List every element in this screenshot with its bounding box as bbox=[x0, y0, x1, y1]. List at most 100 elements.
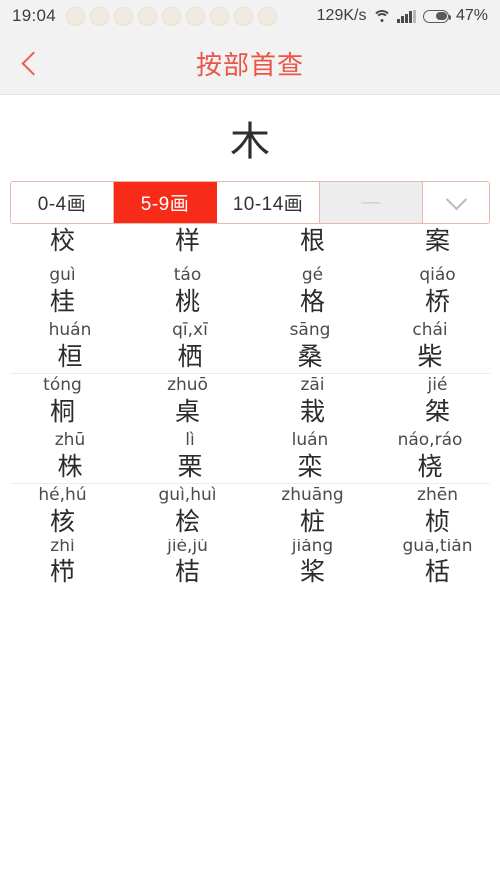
radical-character: 木 bbox=[230, 119, 270, 165]
character-cell[interactable]: zhū 株 bbox=[10, 429, 130, 483]
pinyin-label: zāi bbox=[300, 375, 325, 395]
hanzi-character: 桥 bbox=[424, 287, 450, 316]
app-badge-icon bbox=[258, 6, 278, 26]
character-cell[interactable]: àn案 bbox=[375, 226, 500, 256]
stroke-tabs: 0-4画 5-9画 10-14画 — bbox=[10, 181, 490, 224]
character-cell[interactable]: sāng 桑 bbox=[250, 319, 370, 373]
stroke-tabs-expand-button[interactable] bbox=[423, 182, 489, 223]
battery-icon bbox=[422, 9, 451, 23]
character-cell[interactable]: yàng样 bbox=[125, 226, 250, 256]
hanzi-character: 柴 bbox=[417, 341, 443, 371]
hanzi-character: 栖 bbox=[177, 341, 203, 371]
hanzi-character: 桑 bbox=[297, 341, 323, 371]
hanzi-character: 校 bbox=[49, 226, 75, 255]
character-cell[interactable]: táo 桃 bbox=[125, 264, 250, 319]
pinyin-label: guì bbox=[49, 265, 76, 285]
network-speed-label: 129K/s bbox=[316, 7, 367, 24]
pinyin-label: zhēn bbox=[417, 485, 458, 505]
stroke-tab-3: — bbox=[320, 182, 423, 223]
pinyin-label: guā,tiǎn bbox=[402, 539, 473, 557]
app-badge-icon bbox=[210, 6, 230, 26]
character-cell[interactable]: náo,ráo 桡 bbox=[370, 429, 490, 483]
character-cell[interactable]: gēn根 bbox=[250, 226, 375, 256]
character-cell[interactable]: lì 栗 bbox=[130, 429, 250, 483]
hanzi-character: 根 bbox=[299, 226, 325, 255]
hanzi-character: 桃 bbox=[174, 287, 200, 316]
character-cell[interactable]: jiǎng 桨 bbox=[250, 539, 375, 585]
app-badge-icon bbox=[234, 6, 254, 26]
app-badge-icon bbox=[66, 6, 86, 26]
page-title: 按部首查 bbox=[195, 49, 304, 80]
hanzi-character: 桧 bbox=[174, 507, 200, 536]
character-row: xiào,jiào校yàng样gēn根àn案 bbox=[0, 226, 500, 264]
character-cell[interactable]: qī,xī 栖 bbox=[130, 319, 250, 373]
app-badge-icon bbox=[138, 6, 158, 26]
back-button[interactable] bbox=[0, 32, 62, 94]
status-time: 19:04 bbox=[12, 6, 57, 25]
pinyin-label: zhuāng bbox=[281, 485, 344, 505]
hanzi-character: 栗 bbox=[177, 451, 203, 481]
pinyin-label: sāng bbox=[289, 319, 331, 340]
hanzi-character: 样 bbox=[174, 226, 200, 255]
character-cell[interactable]: zhuō 桌 bbox=[125, 374, 250, 429]
chevron-down-icon bbox=[445, 189, 467, 211]
pinyin-label: zhuō bbox=[167, 375, 208, 395]
character-cell[interactable]: guì,huì 桧 bbox=[125, 484, 250, 539]
stroke-tab-0[interactable]: 0-4画 bbox=[11, 182, 114, 223]
character-cell[interactable]: xiào,jiào校 bbox=[0, 226, 125, 256]
pinyin-label: guì,huì bbox=[158, 485, 217, 505]
cellular-signal-icon bbox=[397, 9, 416, 23]
character-cell[interactable]: tóng 桐 bbox=[0, 374, 125, 429]
hanzi-character: 桔 bbox=[174, 556, 200, 585]
pinyin-label: tóng bbox=[43, 375, 82, 395]
character-cell[interactable]: jié,jú 桔 bbox=[125, 539, 250, 585]
pinyin-label: jiǎng bbox=[291, 539, 334, 557]
character-cell[interactable]: gé 格 bbox=[250, 264, 375, 319]
hanzi-character: 桨 bbox=[299, 556, 325, 585]
battery-percent-label: 47% bbox=[455, 7, 488, 24]
character-cell[interactable]: luán 栾 bbox=[250, 429, 370, 483]
character-cell[interactable]: guì 桂 bbox=[0, 264, 125, 319]
character-grid: xiào,jiào校yàng样gēn根àn案guì桂táo桃gé格qiáo桥hu… bbox=[0, 226, 500, 585]
stroke-tab-2[interactable]: 10-14画 bbox=[217, 182, 320, 223]
pinyin-label: lì bbox=[185, 429, 195, 450]
hanzi-character: 桐 bbox=[49, 397, 75, 426]
hanzi-character: 桀 bbox=[424, 397, 450, 426]
hanzi-character: 株 bbox=[57, 451, 83, 481]
character-cell[interactable]: zhì 栉 bbox=[0, 539, 125, 585]
character-row: zhì 栉 jié,jú 桔 jiǎng 桨 guā,tiǎn 栝 bbox=[0, 539, 500, 585]
notification-icons bbox=[66, 6, 317, 26]
character-row: huán 桓 qī,xī 栖 sāng 桑 chái 柴 bbox=[10, 319, 490, 374]
stroke-tab-1[interactable]: 5-9画 bbox=[114, 182, 217, 223]
hanzi-character: 桂 bbox=[49, 287, 75, 316]
hanzi-character: 案 bbox=[424, 226, 450, 255]
hanzi-character: 桌 bbox=[174, 397, 200, 426]
status-bar: 19:04 129K/s 47% bbox=[0, 0, 500, 32]
status-indicators: 129K/s 47% bbox=[317, 7, 488, 25]
pinyin-label: jié,jú bbox=[167, 539, 208, 557]
character-cell[interactable]: chái 柴 bbox=[370, 319, 490, 373]
app-badge-icon bbox=[90, 6, 110, 26]
chevron-left-icon bbox=[21, 50, 46, 76]
hanzi-character: 栉 bbox=[49, 556, 75, 585]
hanzi-character: 栝 bbox=[424, 556, 450, 585]
pinyin-label: jié bbox=[427, 375, 448, 395]
pinyin-label: táo bbox=[173, 265, 202, 285]
character-row: hé,hú 核 guì,huì 桧 zhuāng 桩 zhēn 桢 bbox=[0, 484, 500, 539]
app-badge-icon bbox=[114, 6, 134, 26]
wifi-icon bbox=[372, 9, 392, 23]
pinyin-label: chái bbox=[412, 319, 448, 340]
navigation-bar: 按部首查 bbox=[0, 32, 500, 95]
character-cell[interactable]: guā,tiǎn 栝 bbox=[375, 539, 500, 585]
pinyin-label: náo,ráo bbox=[397, 429, 463, 450]
character-cell[interactable]: zāi 栽 bbox=[250, 374, 375, 429]
character-cell[interactable]: huán 桓 bbox=[10, 319, 130, 373]
app-badge-icon bbox=[162, 6, 182, 26]
character-row: guì 桂 táo 桃 gé 格 qiáo 桥 bbox=[0, 264, 500, 319]
character-cell[interactable]: hé,hú 核 bbox=[0, 484, 125, 539]
hanzi-character: 栽 bbox=[299, 397, 325, 426]
character-cell[interactable]: jié 桀 bbox=[375, 374, 500, 429]
character-cell[interactable]: qiáo 桥 bbox=[375, 264, 500, 319]
character-cell[interactable]: zhuāng 桩 bbox=[250, 484, 375, 539]
character-cell[interactable]: zhēn 桢 bbox=[375, 484, 500, 539]
